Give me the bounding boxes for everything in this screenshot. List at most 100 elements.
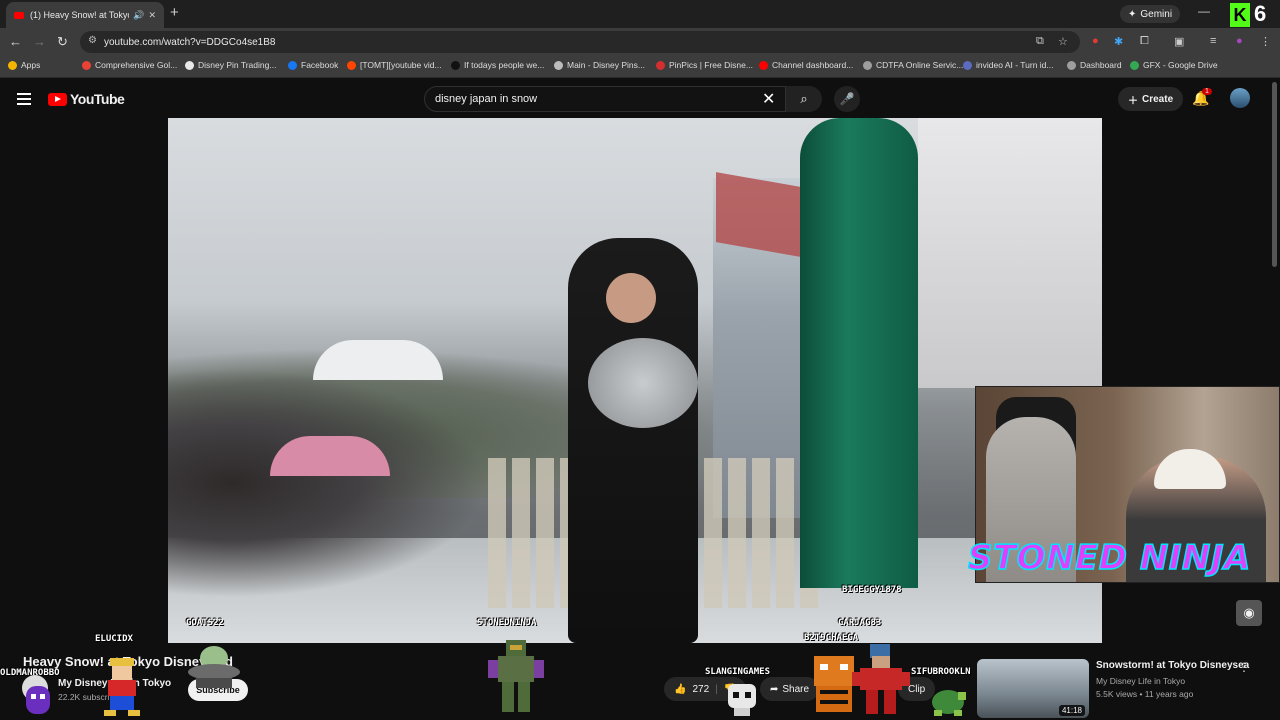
video-crowd [168, 368, 488, 598]
page-scrollbar[interactable] [1272, 82, 1277, 267]
bookmark-item[interactable]: Comprehensive Gol... [82, 60, 177, 70]
pixel-sprite-armor [488, 640, 544, 712]
youtube-play-icon [48, 92, 67, 106]
bookmark-item[interactable]: Apps [8, 60, 40, 70]
pixel-sprite-ghost [26, 686, 50, 714]
bookmark-item[interactable]: GFX - Google Drive [1130, 60, 1218, 70]
bookmark-item[interactable]: CDTFA Online Servic... [863, 60, 963, 70]
star-icon[interactable]: ☆ [1058, 35, 1068, 48]
overlay-name-goats: GOATS22 [186, 618, 224, 628]
browser-tab[interactable]: (1) Heavy Snow! at Tokyo D 🔊 ✕ [6, 2, 164, 28]
url-text: youtube.com/watch?v=DDGCo4se1B8 [104, 36, 276, 48]
bookmark-label: If todays people we... [464, 60, 545, 70]
bookmark-favicon-icon [451, 60, 460, 70]
create-label: Create [1142, 93, 1174, 105]
bookmark-label: Facebook [301, 60, 339, 70]
voice-search-button[interactable]: 🎤 [834, 86, 860, 112]
gemini-button[interactable]: ✦ Gemini [1120, 5, 1181, 23]
minimize-icon[interactable]: — [1198, 4, 1210, 18]
overlay-name-elucidx: ELUCIDX [95, 634, 133, 644]
youtube-logo[interactable]: YouTube [48, 91, 125, 107]
site-info-icon[interactable]: ⚙ [88, 35, 97, 46]
speaker-icon[interactable]: 🔊 [133, 10, 144, 21]
search-input[interactable]: disney japan in snow [424, 86, 786, 112]
recommended-title[interactable]: Snowstorm! at Tokyo Disneysea [1096, 660, 1249, 671]
youtube-favicon-icon [14, 11, 24, 19]
bookmark-item[interactable]: invideo AI - Turn id... [963, 60, 1053, 70]
browser-toolbar: ← → ↻ ⚙ youtube.com/watch?v=DDGCo4se1B8 … [0, 28, 1280, 56]
video-building [918, 118, 1102, 388]
bookmark-label: Channel dashboard... [772, 60, 854, 70]
extension-record-icon[interactable]: ● [1092, 35, 1099, 47]
recommended-thumbnail[interactable]: 41:18 [977, 659, 1089, 718]
account-avatar[interactable] [1230, 88, 1250, 108]
create-button[interactable]: ＋ Create [1118, 87, 1184, 111]
bookmark-label: Comprehensive Gol... [95, 60, 178, 70]
bookmark-label: Disney Pin Trading... [198, 60, 277, 70]
bookmark-item[interactable]: Disney Pin Trading... [185, 60, 276, 70]
bookmark-item[interactable]: Dashboard [1067, 60, 1122, 70]
share-icon: ➦ [770, 683, 779, 695]
bookmark-item[interactable]: Main - Disney Pins... [554, 60, 645, 70]
bookmark-favicon-icon [1130, 60, 1139, 70]
profile-icon[interactable]: ● [1236, 35, 1243, 47]
screen: (1) Heavy Snow! at Tokyo D 🔊 ✕ + ✦ Gemin… [0, 0, 1280, 720]
divider: | [715, 683, 718, 695]
bookmark-item[interactable]: Facebook [288, 60, 338, 70]
tab-title: (1) Heavy Snow! at Tokyo D [30, 10, 129, 20]
tab-close-icon[interactable]: ✕ [148, 10, 156, 21]
overlay-name-carjag: CARJAG83 [838, 618, 882, 628]
video-umbrella-pink [270, 436, 390, 476]
like-count: 272 [692, 683, 710, 695]
bookmark-item[interactable]: [TOMT][youtube vid... [347, 60, 442, 70]
queue-icon[interactable]: ≡ [1210, 35, 1216, 47]
recommended-meta: 5.5K views • 11 years ago [1096, 689, 1194, 699]
video-person-face [606, 273, 656, 323]
forward-icon[interactable]: → [33, 34, 46, 49]
kick-counter: 6 [1254, 1, 1267, 26]
bookmark-label: PinPics | Free Disne... [669, 60, 753, 70]
video-duration: 41:18 [1058, 705, 1085, 716]
menu-icon[interactable] [17, 93, 31, 108]
bookmark-label: invideo AI - Turn id... [976, 60, 1054, 70]
pixel-sprite-fighter [852, 644, 910, 714]
video-umbrella-white [313, 340, 443, 380]
more-options-icon[interactable]: ⋮ [1238, 660, 1250, 674]
bookmark-favicon-icon [347, 60, 356, 70]
menu-dots-icon[interactable]: ⋮ [1260, 35, 1271, 48]
pixel-sprite-ufo [188, 646, 240, 688]
recommended-channel[interactable]: My Disney Life in Tokyo [1096, 676, 1185, 686]
streamer-tag: STONED NINJA [967, 537, 1251, 579]
bookmark-favicon-icon [656, 60, 665, 70]
clear-search-icon[interactable]: ✕ [762, 89, 775, 109]
pixel-sprite-turtle [932, 690, 966, 716]
pixel-sprite-skull [728, 684, 756, 716]
puzzle-icon[interactable]: ⧠ [1140, 35, 1149, 48]
address-bar[interactable]: ⚙ youtube.com/watch?v=DDGCo4se1B8 [80, 31, 1080, 53]
bookmark-item[interactable]: Channel dashboard... [759, 60, 853, 70]
overlay-name-slangin: SLANGINGAMES [705, 667, 771, 677]
reload-icon[interactable]: ↻ [57, 34, 68, 50]
webcam-hat [1154, 449, 1226, 489]
install-icon[interactable]: ⧉ [1036, 35, 1044, 48]
bookmark-favicon-icon [554, 60, 563, 70]
overlay-name-stonedninja: STONEDNINJA [477, 618, 537, 628]
sidepanel-icon[interactable]: ▣ [1174, 35, 1184, 48]
bookmark-item[interactable]: If todays people we... [451, 60, 544, 70]
bookmarks-bar: Apps Comprehensive Gol... Disney Pin Tradi… [0, 56, 1280, 78]
search-button[interactable]: ⌕ [786, 86, 822, 112]
video-snowball [588, 338, 698, 428]
video-player[interactable] [168, 118, 1102, 643]
new-tab-button[interactable]: + [170, 4, 179, 21]
youtube-header: YouTube disney japan in snow ✕ ⌕ 🎤 ＋ Cre… [0, 78, 1280, 118]
extension-icon[interactable]: ✱ [1114, 35, 1123, 48]
bookmark-label: CDTFA Online Servic... [876, 60, 964, 70]
sparkle-icon: ✦ [1128, 8, 1137, 20]
mic-icon: 🎤 [839, 92, 855, 106]
bookmark-favicon-icon [1067, 60, 1076, 70]
back-icon[interactable]: ← [9, 34, 22, 49]
bookmark-favicon-icon [759, 60, 768, 70]
youtube-wordmark: YouTube [70, 91, 125, 107]
bookmark-label: Apps [21, 60, 41, 70]
bookmark-item[interactable]: PinPics | Free Disne... [656, 60, 753, 70]
